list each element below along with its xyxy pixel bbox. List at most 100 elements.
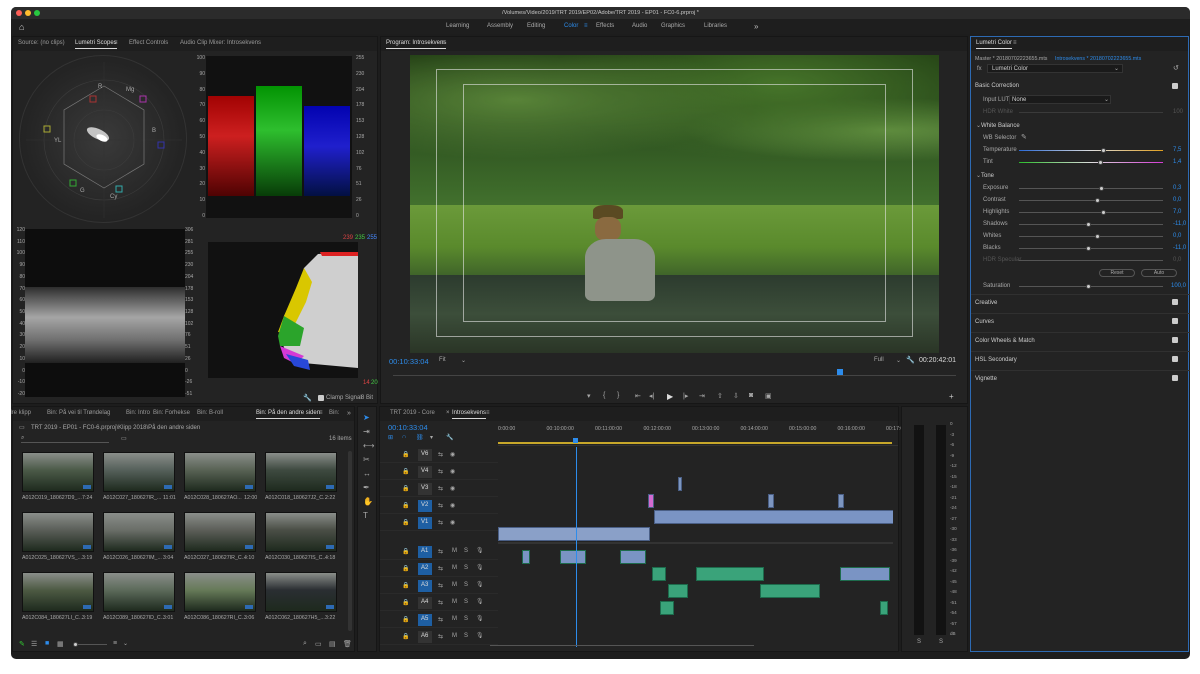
workspace-menu-icon[interactable]: ≡ — [584, 23, 588, 29]
slider-value[interactable]: -11,0 — [1173, 245, 1186, 251]
a1-clip-b[interactable] — [560, 550, 586, 564]
quality-select[interactable]: Full — [874, 357, 884, 363]
playhead-marker-icon[interactable] — [573, 438, 578, 443]
record-mic-icon[interactable]: 🎙 — [476, 547, 484, 554]
a3-clip-a[interactable] — [668, 584, 688, 598]
lock-track-icon[interactable]: 🔒 — [402, 582, 409, 589]
lock-track-icon[interactable]: 🔒 — [402, 502, 409, 509]
clamp-signal-checkbox[interactable] — [318, 395, 324, 401]
solo-button[interactable]: S — [464, 565, 468, 571]
tab-sequence-intro[interactable]: Introsekvens — [452, 410, 487, 419]
workspace-libraries[interactable]: Libraries — [704, 23, 727, 29]
clip-thumbnail[interactable] — [265, 452, 337, 492]
slider-knob[interactable] — [1100, 210, 1106, 215]
section-checkbox[interactable] — [1172, 318, 1178, 324]
sync-lock-icon[interactable]: ⇆ — [438, 519, 443, 526]
a2-clip-b[interactable] — [696, 567, 764, 581]
effect-select[interactable]: Lumetri Color ⌄ — [987, 64, 1123, 73]
bit-depth-select[interactable]: 8 Bit — [361, 395, 373, 401]
slider-value[interactable]: 7,0 — [1173, 209, 1181, 215]
clip-thumbnail[interactable] — [103, 512, 175, 552]
lock-track-icon[interactable]: 🔒 — [402, 565, 409, 572]
mark-in-icon[interactable]: { — [603, 392, 605, 399]
bin-tab-menu-icon[interactable]: ≡ — [319, 410, 323, 416]
program-scrub-bar[interactable] — [393, 375, 956, 381]
slider-track[interactable] — [1019, 200, 1163, 201]
new-bin-footer-icon[interactable]: ▭ — [315, 640, 322, 648]
mute-button[interactable]: M — [452, 633, 457, 639]
sync-lock-icon[interactable]: ⇆ — [438, 565, 443, 572]
list-view-icon[interactable]: ☰ — [31, 640, 37, 648]
v4-clip[interactable] — [678, 477, 682, 491]
tab-effect-controls[interactable]: Effect Controls — [129, 40, 168, 46]
v3-clip-b[interactable] — [768, 494, 774, 508]
clear-icon[interactable]: 🗑 — [343, 640, 352, 648]
slider-track[interactable] — [1019, 150, 1163, 151]
lock-track-icon[interactable]: 🔒 — [402, 633, 409, 640]
program-tab[interactable]: Program: Introsekvens — [386, 40, 447, 49]
section-checkbox[interactable] — [1172, 375, 1178, 381]
slider-knob[interactable] — [1094, 234, 1100, 239]
a3-clip-b[interactable] — [760, 584, 820, 598]
toggle-output-icon[interactable]: ◉ — [450, 451, 455, 458]
track-target[interactable]: V1 — [418, 517, 432, 529]
snap-icon[interactable]: ∩ — [402, 434, 406, 440]
track-target[interactable]: A3 — [418, 580, 432, 592]
work-area-bar[interactable] — [498, 442, 892, 444]
lock-track-icon[interactable]: 🔒 — [402, 519, 409, 526]
clip-thumbnail[interactable] — [184, 452, 256, 492]
mute-button[interactable]: M — [452, 599, 457, 605]
bin-tab[interactable]: ndre klipp — [11, 410, 31, 416]
reset-button[interactable]: Reset — [1099, 269, 1135, 277]
nest-icon[interactable]: ⊞ — [388, 434, 393, 441]
auto-button[interactable]: Auto — [1141, 269, 1177, 277]
section-checkbox[interactable] — [1172, 299, 1178, 305]
step-forward-icon[interactable]: |▸ — [683, 392, 688, 400]
workspace-effects[interactable]: Effects — [596, 23, 614, 29]
compare-view-icon[interactable]: ▣ — [765, 392, 772, 400]
sync-lock-icon[interactable]: ⇆ — [438, 468, 443, 475]
bin-tab[interactable]: Bin: — [329, 410, 339, 416]
record-mic-icon[interactable]: 🎙 — [476, 581, 484, 588]
v3-clip-c[interactable] — [838, 494, 844, 508]
slider-knob[interactable] — [1086, 246, 1092, 251]
lift-icon[interactable]: ⇧ — [717, 392, 723, 400]
record-mic-icon[interactable]: 🎙 — [476, 615, 484, 622]
track-target[interactable]: A2 — [418, 563, 432, 575]
bin-search-input[interactable]: ⌕ — [21, 435, 109, 443]
mute-button[interactable]: M — [452, 565, 457, 571]
write-protect-icon[interactable]: ✎ — [19, 640, 25, 648]
program-playhead-icon[interactable] — [837, 369, 843, 375]
toggle-output-icon[interactable]: ◉ — [450, 468, 455, 475]
track-select-tool-icon[interactable]: ⇥ — [363, 427, 370, 436]
bin-more-icon[interactable]: » — [347, 410, 351, 417]
fit-chevron-icon[interactable]: ⌄ — [461, 357, 466, 364]
icon-view-icon[interactable]: ■ — [45, 640, 49, 647]
toggle-output-icon[interactable]: ◉ — [450, 502, 455, 509]
type-tool-icon[interactable]: T — [363, 511, 368, 520]
new-item-icon[interactable]: ▤ — [329, 640, 336, 648]
slider-track[interactable] — [1019, 162, 1163, 163]
sort-icon[interactable]: ≡ — [113, 640, 117, 647]
section-header[interactable]: HSL Secondary — [975, 357, 1017, 363]
ripple-edit-tool-icon[interactable]: ⟷ — [363, 441, 374, 450]
sync-lock-icon[interactable]: ⇆ — [438, 616, 443, 623]
tone-header[interactable]: Tone — [981, 173, 994, 179]
export-frame-icon[interactable]: ◙ — [749, 392, 753, 399]
a1-clip-c[interactable] — [620, 550, 646, 564]
find-icon[interactable]: ⌕ — [303, 640, 307, 648]
slider-track[interactable] — [1019, 188, 1163, 189]
tone-chevron-icon[interactable]: ⌄ — [976, 172, 981, 179]
v3-clip-a[interactable] — [648, 494, 654, 508]
program-menu-icon[interactable]: ≡ — [441, 40, 445, 46]
solo-button[interactable]: S — [464, 616, 468, 622]
timeline-hscroll[interactable] — [490, 645, 754, 649]
track-target[interactable]: A5 — [418, 614, 432, 626]
slider-value[interactable]: 0,0 — [1173, 233, 1181, 239]
sort-chevron-icon[interactable]: ⌄ — [123, 640, 128, 647]
slider-value[interactable]: 1,4 — [1173, 159, 1181, 165]
slider-value[interactable]: 0,3 — [1173, 185, 1181, 191]
solo-button[interactable]: S — [464, 582, 468, 588]
program-timecode[interactable]: 00:10:33:04 — [389, 357, 429, 366]
clip-thumbnail[interactable] — [22, 572, 94, 612]
